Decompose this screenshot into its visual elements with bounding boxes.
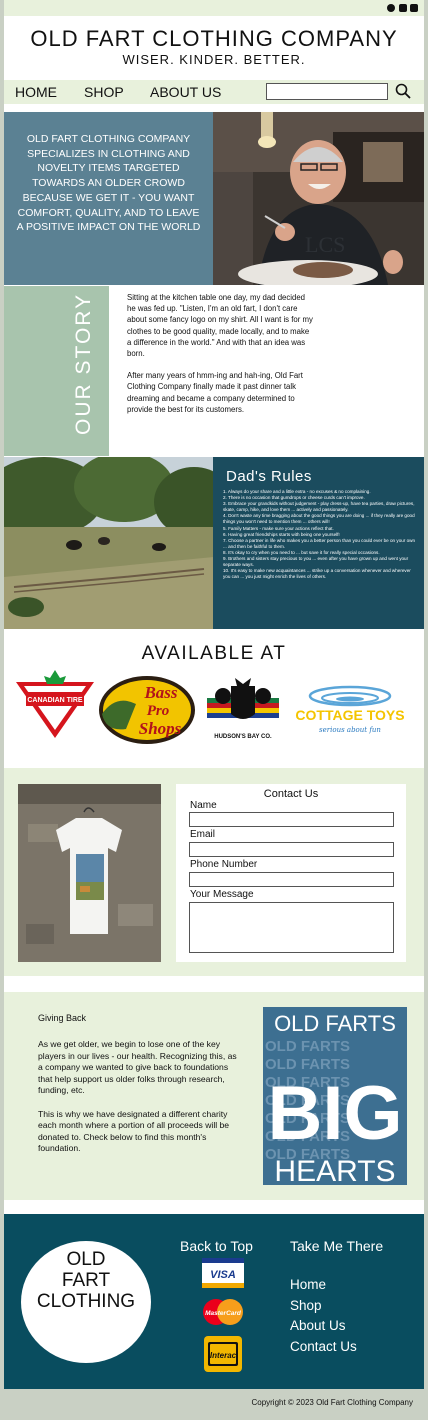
phone-field[interactable]: [189, 872, 394, 887]
nav-shop[interactable]: SHOP: [84, 84, 124, 100]
page: OLD FART CLOTHING COMPANY WISER. KINDER.…: [4, 0, 424, 1420]
svg-text:Interac: Interac: [210, 1351, 237, 1360]
cottage-toys-logo[interactable]: COTTAGE TOYS serious about fun: [287, 684, 413, 736]
rule-item: 4. Don't waste any time bragging about t…: [223, 513, 415, 525]
email-field[interactable]: [189, 842, 394, 857]
email-label: Email: [190, 829, 216, 840]
svg-text:Bass: Bass: [143, 683, 177, 702]
back-to-top-link[interactable]: Back to Top: [180, 1238, 253, 1254]
hudsons-bay-logo[interactable]: HUDSON'S BAY CO.: [205, 676, 281, 742]
copyright-text: Copyright © 2023 Old Fart Clothing Compa…: [251, 1398, 413, 1407]
canadian-tire-logo[interactable]: CANADIAN TIRE: [14, 668, 96, 740]
footer-links: Home Shop About Us Contact Us: [290, 1275, 357, 1357]
nav-about-us[interactable]: ABOUT US: [150, 84, 221, 100]
bass-pro-shops-logo[interactable]: Bass Pro Shops: [96, 674, 198, 746]
brand-tagline: WISER. KINDER. BETTER.: [122, 52, 306, 67]
footer-logo[interactable]: OLD FART CLOTHING: [21, 1249, 151, 1312]
footer-link-shop[interactable]: Shop: [290, 1296, 357, 1317]
svg-text:MasterCard: MasterCard: [205, 1310, 242, 1317]
tshirt-photo: [18, 784, 161, 962]
facebook-icon[interactable]: [387, 4, 395, 12]
svg-text:HUDSON'S BAY CO.: HUDSON'S BAY CO.: [214, 734, 272, 740]
giving-paragraph: As we get older, we begin to lose one of…: [38, 1039, 237, 1096]
rules-panel: Dad's Rules 1. Always do your share and …: [213, 457, 424, 629]
rule-item: 10. It's easy to make new acquaintances …: [223, 568, 411, 580]
available-at-title: AVAILABLE AT: [141, 643, 287, 664]
rule-item: 3. Embrace your grandkids without judgem…: [223, 501, 415, 513]
hero-photo: LCS: [213, 112, 424, 285]
svg-text:Pro: Pro: [147, 703, 170, 719]
story-paragraph: Sitting at the kitchen table one day, my…: [127, 293, 313, 359]
take-me-there-heading: Take Me There: [290, 1238, 384, 1254]
footer-link-contact[interactable]: Contact Us: [290, 1337, 357, 1358]
search-input[interactable]: [266, 83, 388, 100]
mastercard-icon: MasterCard: [203, 1299, 243, 1325]
brand-title: OLD FART CLOTHING COMPANY: [30, 26, 398, 51]
main-nav: HOME SHOP ABOUT US: [4, 80, 424, 104]
tiktok-icon[interactable]: [410, 4, 418, 12]
interac-icon: Interac: [204, 1336, 242, 1372]
svg-text:serious about fun: serious about fun: [319, 726, 381, 734]
svg-text:BIG: BIG: [267, 1071, 402, 1156]
rules-title: Dad's Rules: [226, 468, 312, 485]
message-label: Your Message: [190, 889, 254, 900]
svg-text:Shops: Shops: [139, 719, 182, 738]
svg-text:VISA: VISA: [210, 1269, 236, 1281]
svg-text:COTTAGE TOYS: COTTAGE TOYS: [295, 707, 404, 723]
name-label: Name: [190, 800, 217, 811]
contact-form: Contact Us Name Email Phone Number Your …: [176, 784, 406, 962]
story-paragraph: After many years of hmm-ing and hah-ing,…: [127, 371, 303, 414]
rule-item: 9. Brothers and sisters stay precious to…: [223, 556, 409, 568]
rule-item: 7. Choose a partner in life who makes yo…: [223, 537, 416, 549]
giving-back-body: As we get older, we begin to lose one of…: [38, 1039, 238, 1167]
social-bar: [4, 0, 424, 16]
svg-text:CANADIAN TIRE: CANADIAN TIRE: [27, 697, 83, 704]
svg-text:OLD FARTS: OLD FARTS: [265, 1038, 350, 1055]
svg-text:HEARTS: HEARTS: [274, 1155, 395, 1185]
svg-text:LCS: LCS: [305, 232, 345, 257]
message-field[interactable]: [189, 902, 394, 953]
nav-home[interactable]: HOME: [15, 84, 57, 100]
giving-paragraph: This is why we have designated a differe…: [38, 1108, 230, 1154]
phone-label: Phone Number: [190, 859, 258, 870]
svg-text:OLD FARTS: OLD FARTS: [274, 1011, 396, 1036]
contact-form-title: Contact Us: [263, 788, 319, 800]
footer-link-home[interactable]: Home: [290, 1275, 357, 1296]
story-body: Sitting at the kitchen table one day, my…: [127, 292, 315, 426]
big-hearts-poster: OLD FARTS OLD FARTS OLD FARTS OLD FARTS …: [263, 1007, 407, 1185]
giving-back-title: Giving Back: [38, 1013, 87, 1023]
instagram-icon[interactable]: [399, 4, 407, 12]
search-icon[interactable]: [395, 83, 411, 99]
name-field[interactable]: [189, 812, 394, 827]
rules-list: 1. Always do your share and a little ext…: [223, 489, 419, 580]
farm-photo: [4, 457, 214, 629]
footer-link-about[interactable]: About Us: [290, 1316, 357, 1337]
story-title: OUR STORY: [72, 292, 95, 435]
hero-text: OLD FART CLOTHING COMPANY SPECIALIZES IN…: [16, 133, 201, 234]
visa-icon: VISA: [202, 1258, 244, 1288]
